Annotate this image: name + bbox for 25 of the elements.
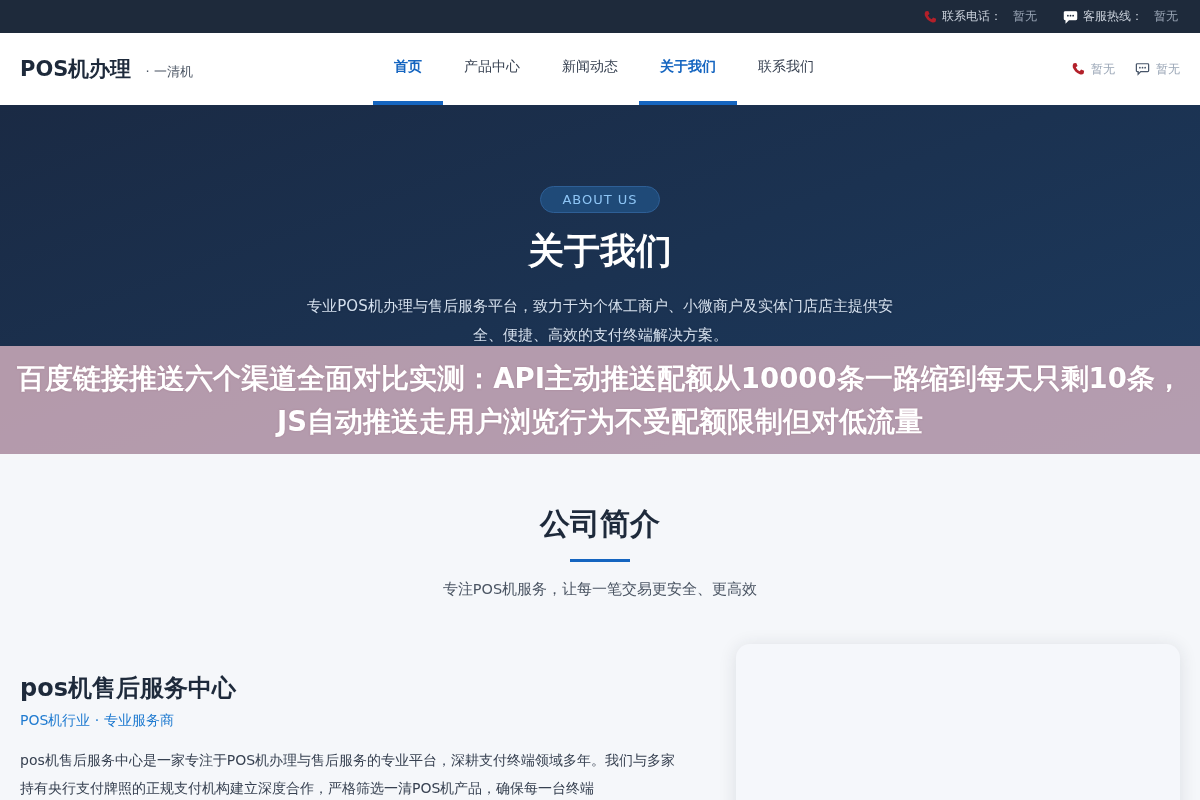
contact-value: 暂无 <box>1091 60 1115 78</box>
section-subtitle: 专注POS机服务，让每一笔交易更安全、更高效 <box>442 580 758 599</box>
company-description: pos机售后服务中心是一家专注于POS机办理与售后服务的专业平台，深耕支付终端领域多年。我们与多家持有央行支付牌照的正规支付机构建立深度合作，严格筛选一清POS机产品，确保每一台终端 <box>20 751 677 798</box>
contact-value: 暂无 <box>1013 8 1037 25</box>
nav-link[interactable]: 产品中心 <box>442 33 541 105</box>
nav-link[interactable]: 新闻动态 <box>540 33 639 105</box>
company-tag: POS机行业 · 专业服务商 <box>20 712 696 730</box>
chat-icon <box>1135 62 1150 76</box>
contact-value: 暂无 <box>1156 60 1180 78</box>
site-tagline: · 一清机 <box>145 63 193 81</box>
contact-label: 客服热线： <box>1083 8 1143 25</box>
banner-text: 百度链接推送六个渠道全面对比实测：API主动推送配额从10000条一路缩到每天只剩10条，JS自动推送走用户浏览行为不受配额限制但对低流量 <box>16 361 1184 439</box>
phone-icon <box>923 9 937 24</box>
section-title: 公司简介 <box>540 505 660 543</box>
nav-link[interactable]: 联系我们 <box>736 33 835 105</box>
chat-icon <box>1063 9 1078 24</box>
site-logo[interactable]: POS机办理 <box>20 55 132 83</box>
section-badge: ABOUT US <box>540 186 660 213</box>
contact-label: 联系电话： <box>942 8 1002 25</box>
contact-value: 暂无 <box>1154 8 1178 25</box>
phone-icon <box>1071 62 1085 76</box>
title-underline <box>570 559 630 562</box>
hero-subtitle: 专业POS机办理与售后服务平台，致力于为个体工商户、小微商户及实体门店店主提供安全、便捷、高效的支付终端解决方案。 <box>306 296 894 346</box>
company-name: pos机售后服务中心 <box>20 673 237 704</box>
hero-title: 关于我们 <box>528 229 672 273</box>
